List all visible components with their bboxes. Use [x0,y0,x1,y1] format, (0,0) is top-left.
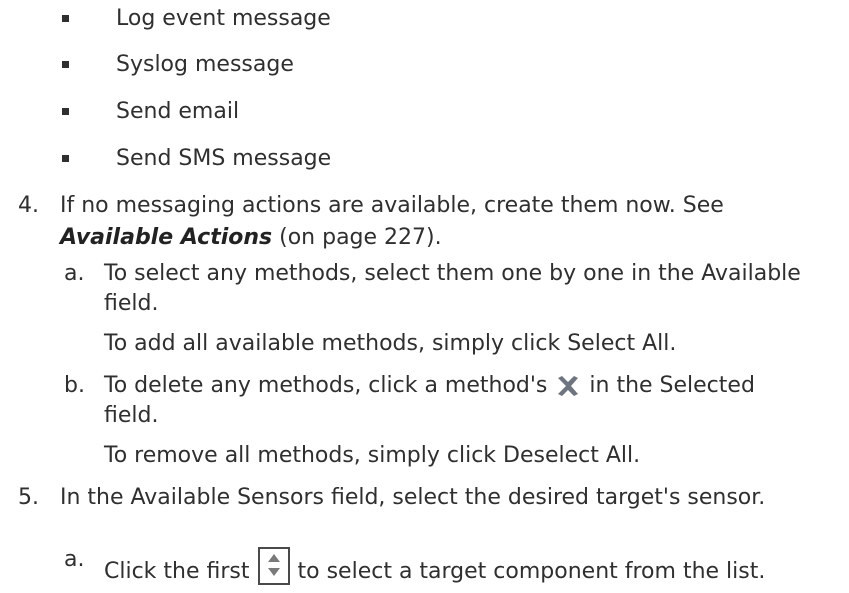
step-5a-letter: a. [64,547,85,572]
step-4b-text: To delete any methods, click a method's … [104,372,755,400]
bullet-send-sms: Send SMS message [116,146,332,171]
bullet-syslog: Syslog message [116,52,294,77]
step-4-number: 4. [18,193,39,218]
bullet-log-event: Log event message [116,6,331,31]
step-4a-text: To select any methods, select them one b… [104,261,801,286]
step-5a-text-before: Click the first [104,559,257,584]
step-4a-letter: a. [64,261,85,286]
step-4b-note: To remove all methods, simply click Dese… [104,443,641,468]
step-4b-text-cont: field. [104,403,159,428]
step-4b-text-before: To delete any methods, click a method's [104,373,555,398]
step-4-text: If no messaging actions are available, c… [60,193,724,218]
step-5a-text-after: to select a target component from the li… [297,559,766,584]
step-4a-text-cont: field. [104,291,159,316]
bullet-marker [62,155,69,162]
bullet-send-email: Send email [116,99,240,124]
available-actions-link[interactable]: Available Actions [60,225,272,250]
step-5-number: 5. [18,485,39,510]
bullet-marker [62,61,69,68]
spinner-updown-icon [257,547,290,585]
step-5-text: In the Available Sensors field, select t… [60,485,766,510]
x-delete-icon [558,376,579,396]
step-4-link-line: Available Actions (on page 227). [60,224,442,252]
step-4a-note: To add all available methods, simply cli… [104,331,677,356]
bullet-marker [62,108,69,115]
page-reference: (on page 227). [272,225,442,250]
step-5a-text: Click the first to select a target compo… [104,546,765,586]
step-4b-letter: b. [64,373,85,398]
bullet-marker [62,15,69,22]
step-4b-text-after: in the Selected [589,373,755,398]
